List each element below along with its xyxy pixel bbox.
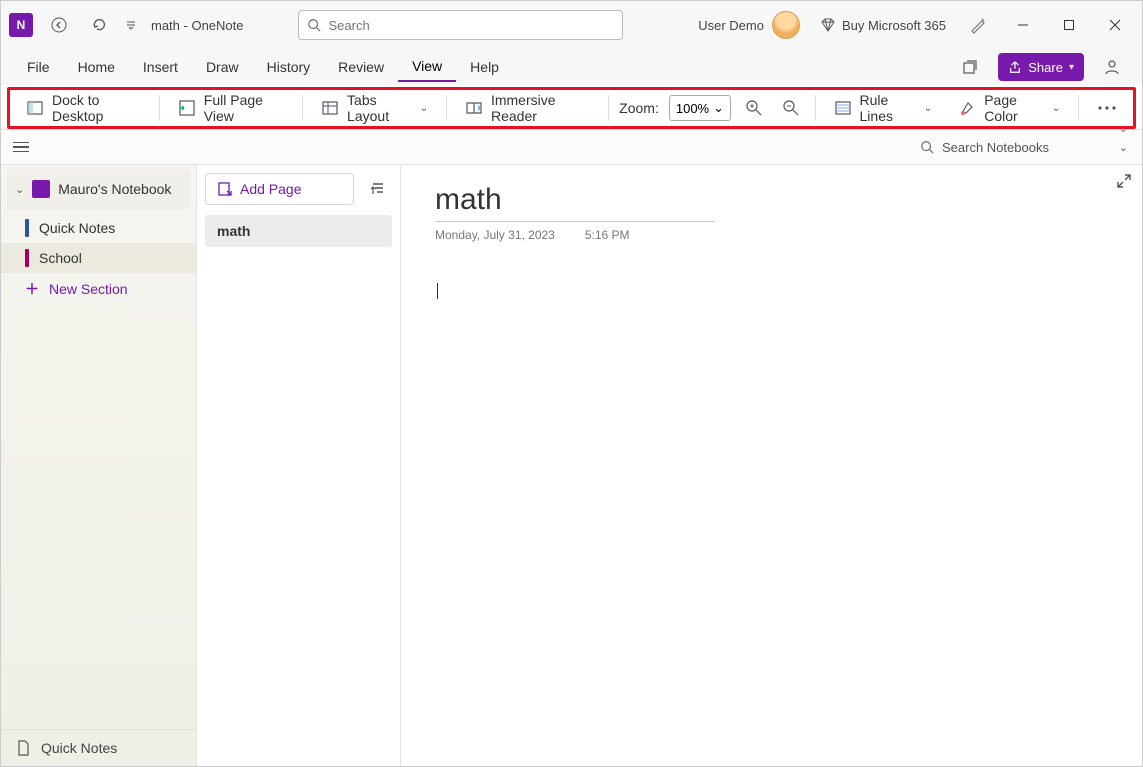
zoom-label: Zoom:: [619, 100, 659, 116]
zoom-in-button[interactable]: [741, 90, 768, 126]
view-ribbon: Dock to Desktop Full Page View Tabs Layo…: [7, 87, 1136, 129]
search-box[interactable]: [298, 10, 623, 40]
title-underline: [435, 221, 715, 222]
add-page-icon: [216, 181, 232, 197]
chevron-down-icon: ⌄: [1119, 141, 1128, 154]
page-icon: [15, 740, 31, 756]
ribbon-collapse-button[interactable]: ⌄: [1119, 122, 1128, 135]
rule-lines-button[interactable]: Rule Lines ⌄: [826, 87, 941, 129]
section-school[interactable]: School: [1, 243, 196, 273]
menu-view[interactable]: View: [398, 52, 456, 82]
new-section-button[interactable]: ＋ New Section: [1, 273, 196, 305]
dock-to-desktop-button[interactable]: Dock to Desktop: [18, 87, 149, 129]
notebook-sidebar: ⌄ Mauro's Notebook Quick Notes School ＋ …: [1, 165, 197, 766]
minimize-button[interactable]: [1000, 5, 1046, 45]
full-page-view-button[interactable]: Full Page View: [170, 87, 292, 129]
window-title: math - OneNote: [151, 18, 244, 33]
immersive-reader-icon: [465, 99, 483, 117]
user-avatar-icon: [772, 11, 800, 39]
section-quick-notes[interactable]: Quick Notes: [1, 213, 196, 243]
menu-file[interactable]: File: [13, 53, 64, 81]
tabs-layout-button[interactable]: Tabs Layout ⌄: [313, 87, 436, 129]
content-area: ⌄ Mauro's Notebook Quick Notes School ＋ …: [1, 165, 1142, 766]
search-row: Search Notebooks ⌄: [1, 129, 1142, 165]
onenote-app-icon: N: [9, 13, 33, 37]
qat-customize-button[interactable]: [121, 7, 141, 43]
search-icon: [920, 140, 934, 154]
menu-history[interactable]: History: [253, 53, 325, 81]
fullpage-icon: [178, 99, 196, 117]
share-icon: [1008, 60, 1022, 74]
diamond-icon: [820, 17, 836, 33]
menu-draw[interactable]: Draw: [192, 53, 253, 81]
sort-pages-button[interactable]: [364, 175, 392, 203]
menu-help[interactable]: Help: [456, 53, 513, 81]
search-icon: [307, 18, 321, 32]
add-page-button[interactable]: Add Page: [205, 173, 354, 205]
page-item-math[interactable]: math: [205, 215, 392, 247]
note-canvas[interactable]: math Monday, July 31, 2023 5:16 PM: [401, 165, 1142, 766]
page-title[interactable]: math: [435, 183, 715, 217]
chevron-down-icon: ⌄: [713, 100, 724, 116]
search-input[interactable]: [329, 18, 614, 33]
zoom-out-button[interactable]: [778, 90, 805, 126]
pen-settings-button[interactable]: [960, 7, 996, 43]
menu-bar: File Home Insert Draw History Review Vie…: [1, 49, 1142, 85]
open-in-new-window-button[interactable]: [952, 49, 988, 85]
page-time[interactable]: 5:16 PM: [585, 228, 630, 242]
feedback-button[interactable]: [1094, 49, 1130, 85]
chevron-down-icon: ▾: [1069, 62, 1074, 73]
user-label: User Demo: [698, 18, 764, 33]
maximize-button[interactable]: [1046, 5, 1092, 45]
chevron-down-icon: ⌄: [924, 103, 932, 114]
user-account-button[interactable]: User Demo: [692, 11, 806, 39]
section-color-icon: [25, 249, 29, 267]
quick-notes-footer-button[interactable]: Quick Notes: [1, 729, 196, 766]
menu-home[interactable]: Home: [64, 53, 129, 81]
text-cursor: [437, 283, 438, 299]
page-color-button[interactable]: Page Color ⌄: [950, 87, 1068, 129]
back-button[interactable]: [41, 7, 77, 43]
plus-icon: ＋: [25, 279, 39, 299]
notebook-icon: [32, 180, 50, 198]
rule-lines-icon: [834, 99, 852, 117]
nav-toggle-button[interactable]: [9, 135, 33, 159]
chevron-down-icon: ⌄: [1052, 103, 1060, 114]
page-color-icon: [958, 99, 976, 117]
close-button[interactable]: [1092, 5, 1138, 45]
buy-microsoft-365-button[interactable]: Buy Microsoft 365: [810, 17, 956, 33]
window-controls: [1000, 5, 1138, 45]
menu-review[interactable]: Review: [324, 53, 398, 81]
zoom-select[interactable]: 100% ⌄: [669, 95, 731, 121]
titlebar: N math - OneNote User Demo Buy Microsoft…: [1, 1, 1142, 49]
page-date[interactable]: Monday, July 31, 2023: [435, 228, 555, 242]
tabs-layout-icon: [321, 99, 339, 117]
chevron-down-icon: ⌄: [420, 103, 428, 114]
search-notebooks-button[interactable]: Search Notebooks ⌄: [914, 134, 1134, 160]
share-button[interactable]: Share ▾: [998, 53, 1084, 81]
more-options-button[interactable]: [1089, 90, 1125, 126]
dock-icon: [26, 99, 44, 117]
page-list-panel: Add Page math: [197, 165, 401, 766]
section-color-icon: [25, 219, 29, 237]
notebook-picker[interactable]: ⌄ Mauro's Notebook: [7, 169, 190, 209]
expand-canvas-button[interactable]: [1116, 173, 1132, 189]
undo-button[interactable]: [81, 7, 117, 43]
menu-insert[interactable]: Insert: [129, 53, 192, 81]
chevron-down-icon: ⌄: [15, 183, 24, 196]
page-header: math Monday, July 31, 2023 5:16 PM: [435, 183, 715, 242]
immersive-reader-button[interactable]: Immersive Reader: [457, 87, 598, 129]
